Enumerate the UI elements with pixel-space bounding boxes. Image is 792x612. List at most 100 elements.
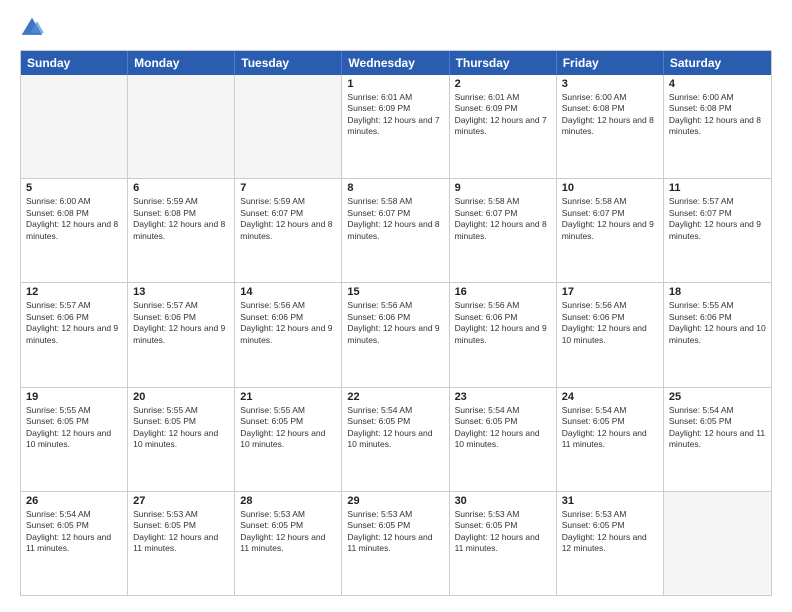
day-info: Sunrise: 5:53 AM Sunset: 6:05 PM Dayligh… [562, 509, 658, 555]
day-info: Sunrise: 5:56 AM Sunset: 6:06 PM Dayligh… [562, 300, 658, 346]
day-info: Sunrise: 6:01 AM Sunset: 6:09 PM Dayligh… [455, 92, 551, 138]
calendar-cell: 30Sunrise: 5:53 AM Sunset: 6:05 PM Dayli… [450, 492, 557, 595]
day-info: Sunrise: 5:54 AM Sunset: 6:05 PM Dayligh… [26, 509, 122, 555]
calendar-cell: 2 Sunrise: 6:01 AM Sunset: 6:09 PM Daylig… [450, 75, 557, 178]
calendar-cell: 3Sunrise: 6:00 AM Sunset: 6:08 PM Daylig… [557, 75, 664, 178]
calendar-cell: 12 Sunrise: 5:57 AM Sunset: 6:06 PM Dayli… [21, 283, 128, 386]
calendar-cell: 19Sunrise: 5:55 AM Sunset: 6:05 PM Dayli… [21, 388, 128, 491]
day-number: 12 [26, 286, 122, 298]
calendar-cell: 26 Sunrise: 5:54 AM Sunset: 6:05 PM Dayli… [21, 492, 128, 595]
day-number: 31 [562, 495, 658, 507]
day-number: 24 [562, 391, 658, 403]
page: SundayMondayTuesdayWednesdayThursdayFrid… [0, 0, 792, 612]
calendar-row: 5 Sunrise: 6:00 AM Sunset: 6:08 PM Daylig… [21, 178, 771, 282]
day-number: 28 [240, 495, 336, 507]
day-number: 15 [347, 286, 443, 298]
calendar-cell [235, 75, 342, 178]
calendar-cell: 9 Sunrise: 5:58 AM Sunset: 6:07 PM Daylig… [450, 179, 557, 282]
cal-header-day: Sunday [21, 51, 128, 75]
calendar-cell: 28 Sunrise: 5:53 AM Sunset: 6:05 PM Dayli… [235, 492, 342, 595]
day-number: 17 [562, 286, 658, 298]
day-info: Sunrise: 5:54 AM Sunset: 6:05 PM Dayligh… [455, 405, 551, 451]
day-number: 8 [347, 182, 443, 194]
day-number: 9 [455, 182, 551, 194]
day-info: Sunrise: 5:57 AM Sunset: 6:06 PM Dayligh… [133, 300, 229, 346]
day-number: 23 [455, 391, 551, 403]
day-info: Sunrise: 5:56 AM Sunset: 6:06 PM Dayligh… [240, 300, 336, 346]
day-info: Sunrise: 6:00 AM Sunset: 6:08 PM Dayligh… [26, 196, 122, 242]
calendar-header: SundayMondayTuesdayWednesdayThursdayFrid… [21, 51, 771, 75]
day-info: Sunrise: 5:54 AM Sunset: 6:05 PM Dayligh… [669, 405, 766, 451]
logo-icon [20, 16, 44, 40]
day-info: Sunrise: 5:59 AM Sunset: 6:07 PM Dayligh… [240, 196, 336, 242]
calendar-cell: 25Sunrise: 5:54 AM Sunset: 6:05 PM Dayli… [664, 388, 771, 491]
day-info: Sunrise: 5:57 AM Sunset: 6:06 PM Dayligh… [26, 300, 122, 346]
day-info: Sunrise: 5:53 AM Sunset: 6:05 PM Dayligh… [240, 509, 336, 555]
day-number: 30 [455, 495, 551, 507]
calendar-cell: 18 Sunrise: 5:55 AM Sunset: 6:06 PM Dayli… [664, 283, 771, 386]
cal-header-day: Saturday [664, 51, 771, 75]
day-info: Sunrise: 5:58 AM Sunset: 6:07 PM Dayligh… [455, 196, 551, 242]
day-number: 21 [240, 391, 336, 403]
day-info: Sunrise: 5:58 AM Sunset: 6:07 PM Dayligh… [562, 196, 658, 242]
calendar-row: 19 Sunrise: 5:55 AM Sunset: 6:05 PM Dayli… [21, 387, 771, 491]
day-number: 18 [669, 286, 766, 298]
day-info: Sunrise: 5:59 AM Sunset: 6:08 PM Dayligh… [133, 196, 229, 242]
cal-header-day: Monday [128, 51, 235, 75]
calendar-cell: 22 Sunrise: 5:54 AM Sunset: 6:05 PM Dayli… [342, 388, 449, 491]
day-info: Sunrise: 5:56 AM Sunset: 6:06 PM Dayligh… [347, 300, 443, 346]
day-info: Sunrise: 5:54 AM Sunset: 6:05 PM Dayligh… [347, 405, 443, 451]
cal-header-day: Tuesday [235, 51, 342, 75]
calendar-body: 1 Sunrise: 6:01 AM Sunset: 6:09 PM Daylig… [21, 75, 771, 595]
calendar-cell: 7 Sunrise: 5:59 AM Sunset: 6:07 PM Daylig… [235, 179, 342, 282]
calendar-cell: 4Sunrise: 6:00 AM Sunset: 6:08 PM Daylig… [664, 75, 771, 178]
day-number: 5 [26, 182, 122, 194]
calendar-cell [664, 492, 771, 595]
calendar-cell: 23 Sunrise: 5:54 AM Sunset: 6:05 PM Dayli… [450, 388, 557, 491]
calendar-row: 1 Sunrise: 6:01 AM Sunset: 6:09 PM Daylig… [21, 75, 771, 178]
day-number: 11 [669, 182, 766, 194]
day-info: Sunrise: 5:57 AM Sunset: 6:07 PM Dayligh… [669, 196, 766, 242]
header [20, 16, 772, 40]
calendar-cell: 21 Sunrise: 5:55 AM Sunset: 6:05 PM Dayli… [235, 388, 342, 491]
calendar-cell [21, 75, 128, 178]
calendar-cell: 6Sunrise: 5:59 AM Sunset: 6:08 PM Daylig… [128, 179, 235, 282]
day-number: 29 [347, 495, 443, 507]
day-number: 26 [26, 495, 122, 507]
cal-header-day: Wednesday [342, 51, 449, 75]
day-number: 4 [669, 78, 766, 90]
cal-header-day: Friday [557, 51, 664, 75]
day-number: 2 [455, 78, 551, 90]
day-number: 16 [455, 286, 551, 298]
day-number: 7 [240, 182, 336, 194]
day-info: Sunrise: 5:53 AM Sunset: 6:05 PM Dayligh… [347, 509, 443, 555]
day-number: 10 [562, 182, 658, 194]
calendar-row: 12 Sunrise: 5:57 AM Sunset: 6:06 PM Dayli… [21, 282, 771, 386]
day-number: 13 [133, 286, 229, 298]
calendar-cell [128, 75, 235, 178]
logo [20, 16, 48, 40]
day-info: Sunrise: 5:55 AM Sunset: 6:05 PM Dayligh… [240, 405, 336, 451]
calendar-cell: 16 Sunrise: 5:56 AM Sunset: 6:06 PM Dayli… [450, 283, 557, 386]
calendar-cell: 17 Sunrise: 5:56 AM Sunset: 6:06 PM Dayli… [557, 283, 664, 386]
calendar-cell: 24 Sunrise: 5:54 AM Sunset: 6:05 PM Dayli… [557, 388, 664, 491]
day-number: 20 [133, 391, 229, 403]
calendar-cell: 20 Sunrise: 5:55 AM Sunset: 6:05 PM Dayli… [128, 388, 235, 491]
day-number: 22 [347, 391, 443, 403]
day-info: Sunrise: 5:55 AM Sunset: 6:06 PM Dayligh… [669, 300, 766, 346]
day-info: Sunrise: 5:55 AM Sunset: 6:05 PM Dayligh… [133, 405, 229, 451]
calendar: SundayMondayTuesdayWednesdayThursdayFrid… [20, 50, 772, 596]
day-info: Sunrise: 6:01 AM Sunset: 6:09 PM Dayligh… [347, 92, 443, 138]
calendar-cell: 13 Sunrise: 5:57 AM Sunset: 6:06 PM Dayli… [128, 283, 235, 386]
calendar-cell: 31 Sunrise: 5:53 AM Sunset: 6:05 PM Dayli… [557, 492, 664, 595]
day-number: 19 [26, 391, 122, 403]
day-number: 27 [133, 495, 229, 507]
calendar-cell: 14Sunrise: 5:56 AM Sunset: 6:06 PM Dayli… [235, 283, 342, 386]
day-info: Sunrise: 6:00 AM Sunset: 6:08 PM Dayligh… [562, 92, 658, 138]
day-info: Sunrise: 5:56 AM Sunset: 6:06 PM Dayligh… [455, 300, 551, 346]
calendar-cell: 10 Sunrise: 5:58 AM Sunset: 6:07 PM Dayli… [557, 179, 664, 282]
calendar-cell: 8Sunrise: 5:58 AM Sunset: 6:07 PM Daylig… [342, 179, 449, 282]
day-number: 1 [347, 78, 443, 90]
calendar-cell: 11 Sunrise: 5:57 AM Sunset: 6:07 PM Dayli… [664, 179, 771, 282]
day-info: Sunrise: 5:54 AM Sunset: 6:05 PM Dayligh… [562, 405, 658, 451]
